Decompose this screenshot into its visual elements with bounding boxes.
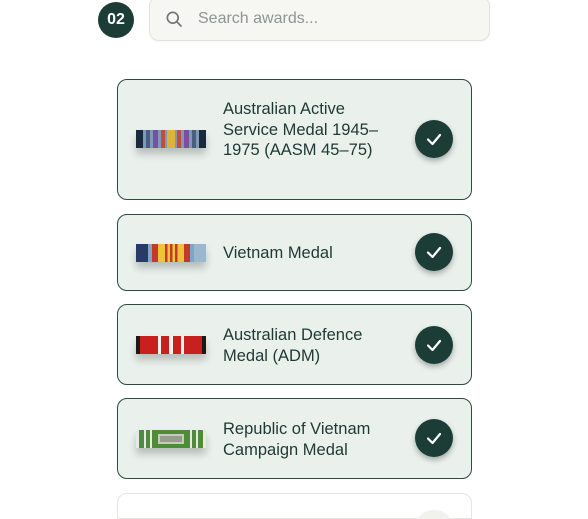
selected-check-button[interactable]: [415, 326, 453, 364]
award-card-vietnam-medal[interactable]: Vietnam Medal: [117, 214, 472, 291]
step-number-badge: 02: [98, 2, 134, 38]
search-icon: [166, 11, 182, 27]
checkmark-icon: [426, 432, 442, 445]
selected-check-button[interactable]: [415, 233, 453, 271]
award-card-rvn-campaign[interactable]: Republic of Vietnam Campaign Medal: [117, 398, 472, 479]
award-card-aasm[interactable]: Australian Active Service Medal 1945–197…: [117, 79, 472, 200]
award-card-partial[interactable]: [117, 493, 472, 519]
checkmark-icon: [426, 133, 442, 146]
unselected-check-button[interactable]: [415, 510, 453, 519]
award-name: Australian Defence Medal (ADM): [223, 326, 363, 365]
checkmark-icon: [426, 246, 442, 259]
selected-check-button[interactable]: [415, 419, 453, 457]
award-card-adm[interactable]: Australian Defence Medal (ADM): [117, 304, 472, 385]
search-box[interactable]: [149, 0, 490, 41]
aasm-ribbon-icon: [136, 130, 206, 148]
search-input[interactable]: [198, 9, 458, 28]
vietnam-medal-ribbon-icon: [136, 244, 206, 262]
award-name: Australian Active Service Medal 1945–197…: [223, 100, 379, 159]
award-name: Republic of Vietnam Campaign Medal: [223, 420, 371, 459]
adm-ribbon-icon: [136, 336, 206, 354]
award-name: Vietnam Medal: [223, 244, 333, 262]
selected-check-button[interactable]: [415, 120, 453, 158]
checkmark-icon: [426, 339, 442, 352]
award-selection-step: 02 Australian Active Service Medal 1945–…: [0, 0, 588, 519]
rvn-campaign-ribbon-icon: [136, 430, 206, 448]
